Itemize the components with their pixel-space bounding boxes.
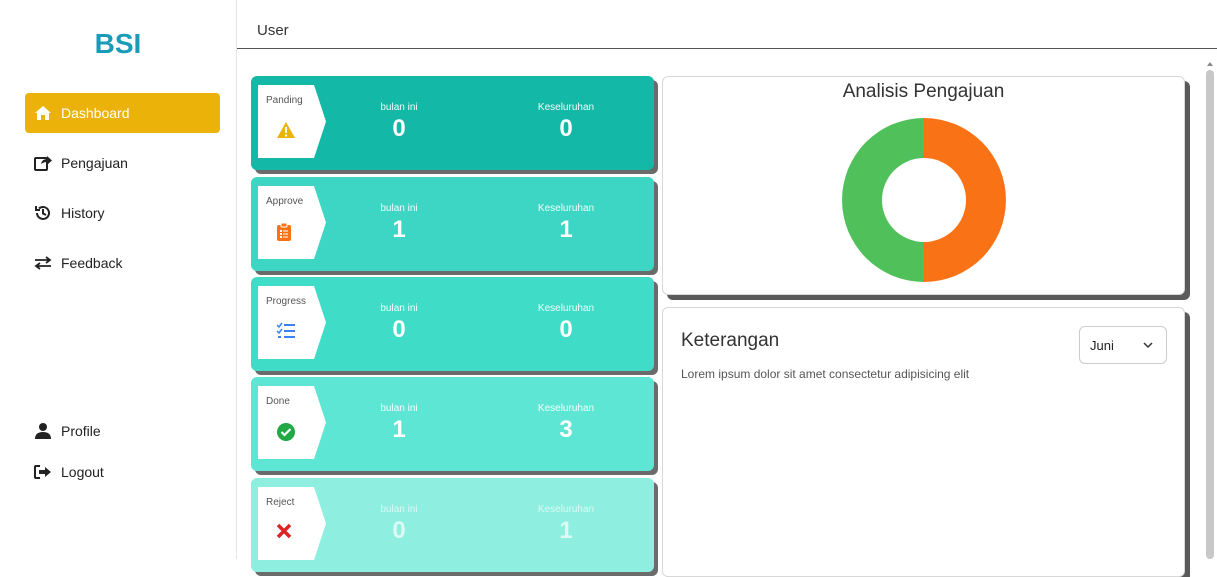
- status-card-approve: Approve bulan ini 1 Keseluruhan 1: [251, 177, 654, 271]
- topbar-divider: [237, 48, 1217, 49]
- clipboard-icon: [276, 222, 300, 246]
- month-select-value: Juni: [1090, 337, 1114, 353]
- total-stat: Keseluruhan 1: [506, 504, 626, 545]
- chart-title: Analisis Pengajuan: [842, 81, 1005, 102]
- month-select[interactable]: Juni: [1079, 326, 1167, 364]
- month-label: bulan ini: [380, 203, 418, 214]
- status-label: Reject: [266, 497, 295, 508]
- logout-icon: [33, 462, 53, 482]
- warning-icon: [276, 121, 300, 145]
- total-label: Keseluruhan: [537, 203, 595, 214]
- total-value: 1: [559, 517, 573, 544]
- month-stat: bulan ini 1: [339, 403, 459, 444]
- total-stat: Keseluruhan 0: [506, 102, 626, 143]
- donut-chart: [842, 118, 1006, 282]
- month-value: 0: [392, 517, 406, 544]
- total-stat: Keseluruhan 1: [506, 203, 626, 244]
- status-tag: Approve: [258, 186, 326, 259]
- status-label: Done: [266, 396, 290, 407]
- total-value: 0: [559, 115, 573, 142]
- month-stat: bulan ini 0: [339, 303, 459, 344]
- total-value: 0: [559, 316, 573, 343]
- month-label: bulan ini: [380, 102, 418, 113]
- sidebar-item-label: Profile: [61, 423, 101, 439]
- month-value: 0: [392, 316, 406, 343]
- total-label: Keseluruhan: [537, 102, 595, 113]
- sidebar-item-history[interactable]: History: [25, 193, 220, 233]
- status-card-panding: Panding bulan ini 0 Keseluruhan 0: [251, 76, 654, 170]
- sidebar-item-label: Pengajuan: [61, 155, 128, 171]
- total-stat: Keseluruhan 3: [506, 403, 626, 444]
- status-card-done: Done bulan ini 1 Keseluruhan 3: [251, 377, 654, 471]
- donut-slice-1: [842, 118, 924, 282]
- month-stat: bulan ini 0: [339, 102, 459, 143]
- keterangan-description: Lorem ipsum dolor sit amet consectetur a…: [681, 367, 970, 381]
- status-tag: Done: [258, 386, 326, 459]
- status-label: Approve: [266, 196, 304, 207]
- keterangan-title: Keterangan: [681, 330, 780, 351]
- sidebar-item-label: Feedback: [61, 255, 123, 271]
- share-icon: [33, 153, 53, 173]
- status-tag: Panding: [258, 85, 326, 158]
- month-stat: bulan ini 1: [339, 203, 459, 244]
- sidebar-item-label: Logout: [61, 464, 104, 480]
- total-value: 3: [559, 416, 573, 443]
- app-frame: BSI Dashboard Pengajuan History Feedback: [0, 0, 1217, 577]
- scroll-up-arrow[interactable]: [1205, 56, 1215, 66]
- sidebar-item-label: Dashboard: [61, 105, 130, 121]
- home-icon: [33, 103, 53, 123]
- total-stat: Keseluruhan 0: [506, 303, 626, 344]
- sidebar: BSI Dashboard Pengajuan History Feedback: [0, 0, 236, 559]
- scrollbar-thumb[interactable]: [1206, 70, 1214, 559]
- check-circle-icon: [276, 422, 300, 446]
- app-logo: BSI: [94, 28, 142, 59]
- month-label: bulan ini: [380, 403, 418, 414]
- status-label: Panding: [266, 95, 303, 106]
- month-label: bulan ini: [380, 303, 418, 314]
- analysis-panel: Analisis Pengajuan: [662, 76, 1185, 295]
- total-label: Keseluruhan: [537, 504, 595, 515]
- month-stat: bulan ini 0: [339, 504, 459, 545]
- donut-slice-0: [924, 118, 1006, 282]
- status-label: Progress: [266, 296, 307, 307]
- chevron-down-icon: [1142, 339, 1154, 354]
- keterangan-panel: Keterangan Lorem ipsum dolor sit amet co…: [662, 307, 1185, 577]
- x-icon: [276, 523, 300, 547]
- sidebar-item-label: History: [61, 205, 105, 221]
- month-label: bulan ini: [380, 504, 418, 515]
- month-value: 1: [392, 416, 406, 443]
- exchange-icon: [33, 253, 53, 273]
- status-card-reject: Reject bulan ini 0 Keseluruhan 1: [251, 478, 654, 572]
- total-label: Keseluruhan: [537, 403, 595, 414]
- total-label: Keseluruhan: [537, 303, 595, 314]
- status-tag: Progress: [258, 286, 326, 359]
- status-tag: Reject: [258, 487, 326, 560]
- user-name[interactable]: User: [257, 22, 289, 39]
- sidebar-item-logout[interactable]: Logout: [25, 452, 220, 492]
- sidebar-item-feedback[interactable]: Feedback: [25, 243, 220, 283]
- total-value: 1: [559, 216, 573, 243]
- month-value: 1: [392, 216, 406, 243]
- status-card-progress: Progress bulan ini 0 Keseluruhan 0: [251, 277, 654, 371]
- sidebar-item-dashboard[interactable]: Dashboard: [25, 93, 220, 133]
- sidebar-item-pengajuan[interactable]: Pengajuan: [25, 143, 220, 183]
- topbar: User: [237, 0, 1217, 50]
- sidebar-divider: [236, 0, 237, 559]
- user-icon: [33, 421, 53, 441]
- month-value: 0: [392, 115, 406, 142]
- sidebar-item-profile[interactable]: Profile: [25, 411, 220, 451]
- checklist-icon: [276, 322, 300, 346]
- history-icon: [33, 203, 53, 223]
